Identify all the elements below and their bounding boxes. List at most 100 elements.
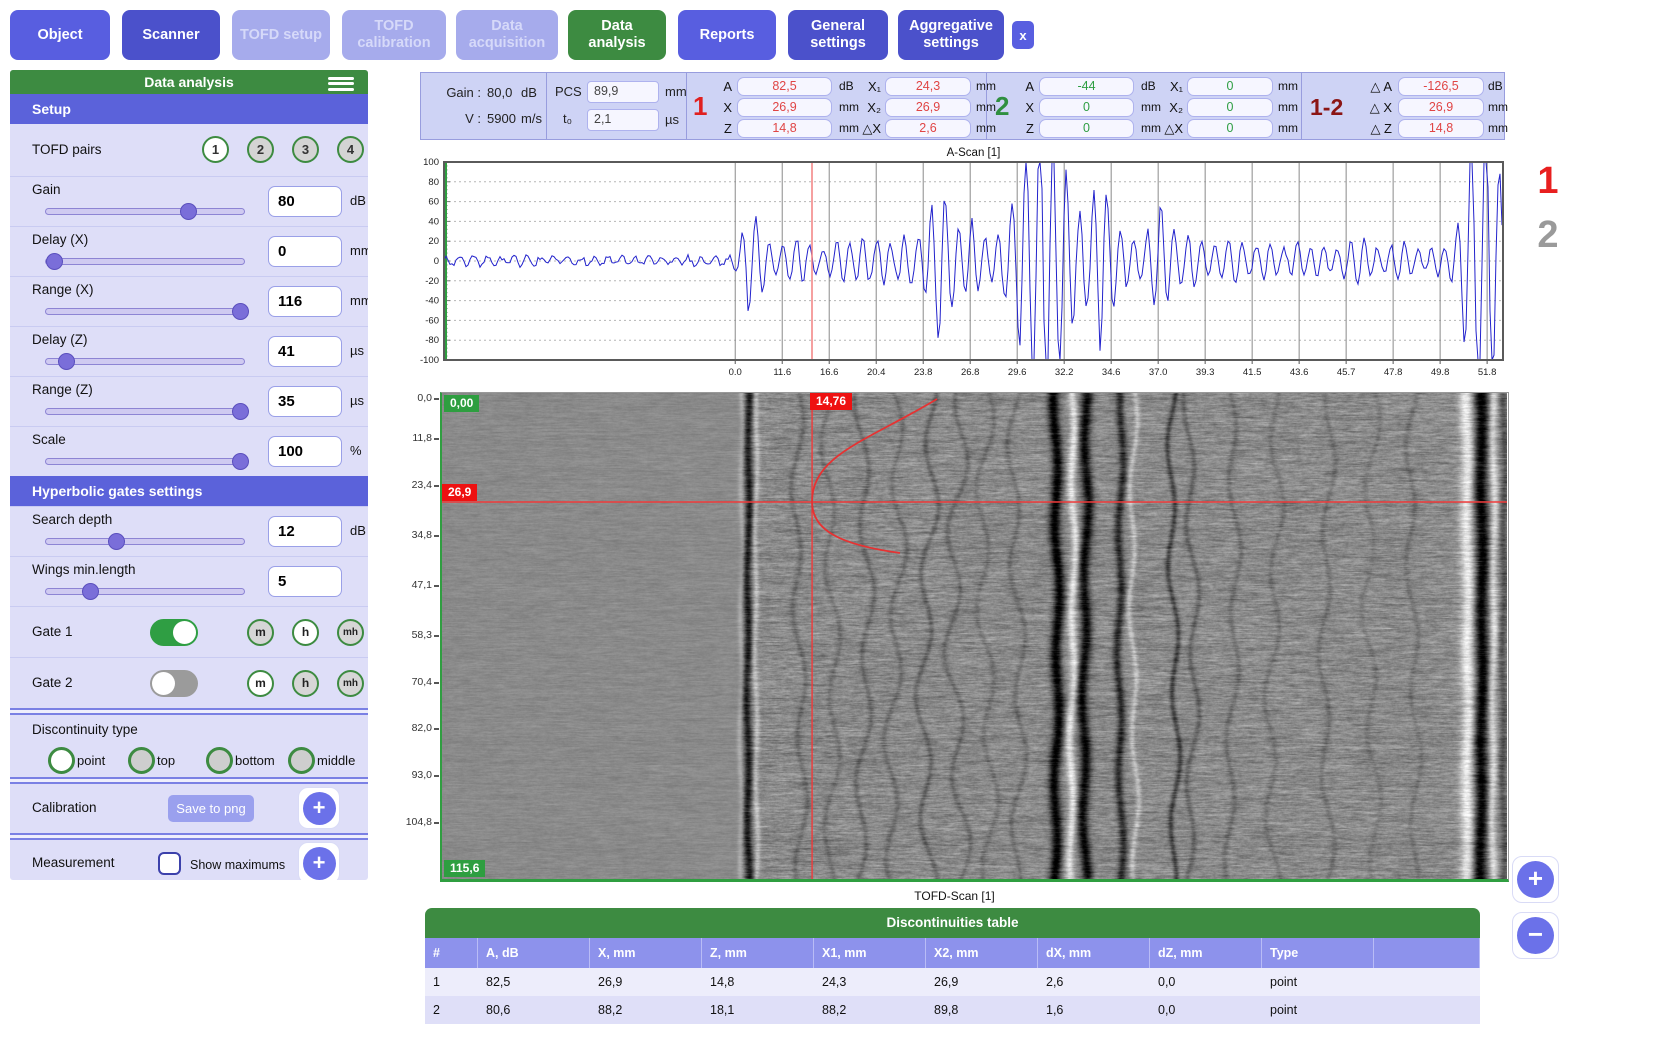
slider-thumb[interactable] bbox=[232, 303, 249, 320]
input-delay-z[interactable] bbox=[268, 336, 342, 367]
t0-input[interactable]: 2,1 bbox=[587, 109, 659, 131]
radio-bottom[interactable] bbox=[206, 747, 233, 774]
slider-thumb[interactable] bbox=[82, 583, 99, 600]
tick-mark bbox=[434, 822, 439, 824]
radio-point[interactable] bbox=[48, 747, 75, 774]
tab-data-acquisition[interactable]: Data acquisition bbox=[456, 10, 558, 60]
svg-text:100: 100 bbox=[423, 157, 439, 168]
gate-2-mh-button[interactable]: mh bbox=[337, 670, 364, 697]
radio-top[interactable] bbox=[128, 747, 155, 774]
table-cell: 0,0 bbox=[1150, 996, 1262, 1024]
slider-label: Range (X) bbox=[32, 282, 94, 297]
gate-1-toggle[interactable] bbox=[150, 619, 198, 646]
value-label: △ A bbox=[1352, 79, 1392, 95]
measurement-add-button[interactable]: + bbox=[298, 842, 340, 880]
delta-1-2-section: 1-2 △ A-126,5dB△ X26,9mm△ Z14,8mm bbox=[1301, 73, 1506, 139]
input-range-z[interactable] bbox=[268, 386, 342, 417]
value-label: Z bbox=[1014, 121, 1034, 136]
gate-1-mh-button[interactable]: mh bbox=[337, 619, 364, 646]
remove-discontinuity-button[interactable]: − bbox=[1512, 912, 1559, 959]
slider-wings-min-length[interactable] bbox=[45, 588, 245, 595]
a-scan-chart[interactable]: A-Scan [1]100806040200-20-40-60-80-1000.… bbox=[420, 146, 1505, 384]
discontinuities-table: Discontinuities table#A, dBX, mmZ, mmX1,… bbox=[425, 908, 1480, 1024]
tab-object[interactable]: Object bbox=[10, 10, 110, 60]
slider-label: Range (Z) bbox=[32, 382, 93, 397]
tick-mark bbox=[434, 728, 439, 730]
tofd-axis-tick: 70,4 bbox=[404, 676, 432, 688]
tab-aggregative-settings[interactable]: Aggregative settings bbox=[898, 10, 1004, 60]
tab-tofd-setup[interactable]: TOFD setup bbox=[232, 10, 330, 60]
radio-middle[interactable] bbox=[288, 747, 315, 774]
tofd-pair-2[interactable]: 2 bbox=[247, 136, 274, 163]
tofd-pair-3[interactable]: 3 bbox=[292, 136, 319, 163]
minus-icon: − bbox=[1517, 917, 1554, 954]
input-range-x[interactable] bbox=[268, 286, 342, 317]
radio-label-point: point bbox=[77, 753, 105, 768]
close-button[interactable]: x bbox=[1012, 21, 1034, 49]
gate-2-toggle[interactable] bbox=[150, 670, 198, 697]
slider-thumb[interactable] bbox=[232, 403, 249, 420]
tofd-bscan-canvas[interactable] bbox=[442, 393, 1507, 879]
a-scan-svg[interactable]: A-Scan [1]100806040200-20-40-60-80-1000.… bbox=[420, 146, 1505, 384]
toggle-knob bbox=[173, 621, 196, 644]
gates-section-header: Hyperbolic gates settings bbox=[10, 476, 368, 506]
table-row[interactable]: 182,526,914,824,326,92,60,0point bbox=[425, 968, 1480, 996]
tick-mark bbox=[434, 635, 439, 637]
slider-gain[interactable] bbox=[45, 208, 245, 215]
pcs-input[interactable]: 89,9 bbox=[587, 81, 659, 103]
plus-icon: + bbox=[303, 847, 336, 880]
tab-general-settings[interactable]: General settings bbox=[788, 10, 888, 60]
tab-data-analysis[interactable]: Data analysis bbox=[568, 10, 666, 60]
show-maximums-checkbox[interactable] bbox=[158, 852, 181, 875]
input-delay-x[interactable] bbox=[268, 236, 342, 267]
input-wings-min-length[interactable] bbox=[268, 566, 342, 597]
add-discontinuity-button[interactable]: + bbox=[1512, 856, 1559, 903]
unit-label: µs bbox=[350, 393, 364, 408]
tofd-cursor-time-label: 14,76 bbox=[810, 393, 852, 410]
table-cell: 82,5 bbox=[478, 968, 590, 996]
slider-thumb[interactable] bbox=[46, 253, 63, 270]
slider-scale[interactable] bbox=[45, 458, 245, 465]
setup-section-header: Setup bbox=[10, 94, 368, 124]
tofd-axis-tick: 34,8 bbox=[404, 529, 432, 541]
column-header-type: Type bbox=[1262, 938, 1374, 968]
slider-delay-z[interactable] bbox=[45, 358, 245, 365]
input-scale[interactable] bbox=[268, 436, 342, 467]
gate-2-m-button[interactable]: m bbox=[247, 670, 274, 697]
gate-1-h-button[interactable]: h bbox=[292, 619, 319, 646]
slider-row-range-x: Range (X)mm bbox=[10, 276, 368, 326]
tofd-pair-4[interactable]: 4 bbox=[337, 136, 364, 163]
tofd-image[interactable]: 0,00 14,76 26,9 115,6 bbox=[440, 392, 1509, 882]
tab-tofd-calibration[interactable]: TOFD calibration bbox=[342, 10, 446, 60]
slider-range-z[interactable] bbox=[45, 408, 245, 415]
input-gain[interactable] bbox=[268, 186, 342, 217]
svg-text:40: 40 bbox=[428, 216, 439, 227]
value-label: A bbox=[1014, 79, 1034, 94]
tab-reports[interactable]: Reports bbox=[678, 10, 776, 60]
slider-range-x[interactable] bbox=[45, 308, 245, 315]
save-to-png-button[interactable]: Save to png bbox=[168, 795, 254, 822]
unit-label: mm bbox=[1488, 121, 1508, 135]
slider-thumb[interactable] bbox=[108, 533, 125, 550]
menu-icon[interactable] bbox=[328, 74, 354, 93]
input-search-depth[interactable] bbox=[268, 516, 342, 547]
slider-search-depth[interactable] bbox=[45, 538, 245, 545]
gate-1-m-button[interactable]: m bbox=[247, 619, 274, 646]
slider-thumb[interactable] bbox=[180, 203, 197, 220]
show-maximums-label: Show maximums bbox=[190, 858, 285, 872]
gate-2-h-button[interactable]: h bbox=[292, 670, 319, 697]
table-row[interactable]: 280,688,218,188,289,81,60,0point bbox=[425, 996, 1480, 1024]
point-2-marker[interactable]: 2 bbox=[1526, 214, 1570, 257]
slider-delay-x[interactable] bbox=[45, 258, 245, 265]
slider-thumb[interactable] bbox=[232, 453, 249, 470]
tab-scanner[interactable]: Scanner bbox=[122, 10, 220, 60]
slider-thumb[interactable] bbox=[58, 353, 75, 370]
table-title: Discontinuities table bbox=[425, 908, 1480, 938]
table-cell: 88,2 bbox=[590, 996, 702, 1024]
calibration-add-button[interactable]: + bbox=[298, 787, 340, 829]
point-1-marker[interactable]: 1 bbox=[1526, 160, 1570, 203]
tick-mark bbox=[434, 535, 439, 537]
pcs-unit: mm bbox=[665, 84, 687, 99]
tofd-pair-1[interactable]: 1 bbox=[202, 136, 229, 163]
slider-row-search-depth: Search depthdB bbox=[10, 506, 368, 556]
